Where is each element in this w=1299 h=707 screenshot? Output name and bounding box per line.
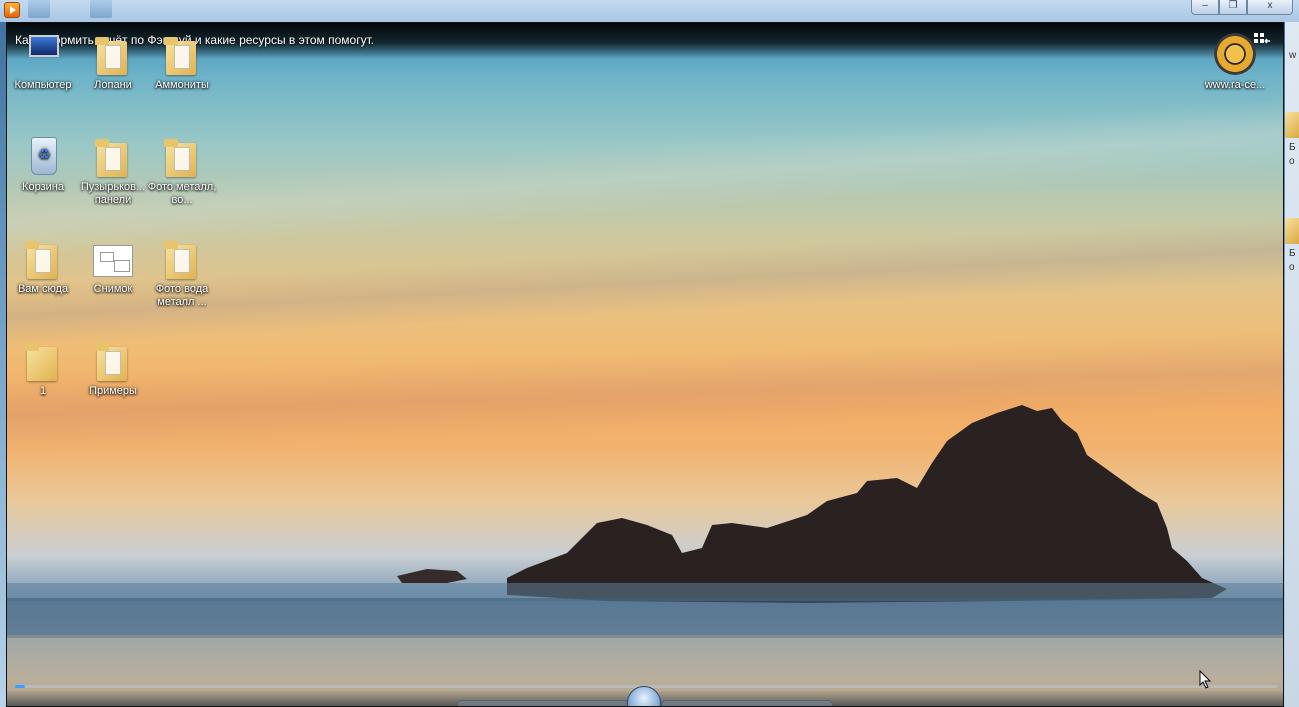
- background-window-icon: [28, 0, 50, 18]
- desktop-icon-label: Компьютер: [14, 79, 72, 91]
- maximize-button[interactable]: ❐: [1219, 0, 1247, 15]
- controls-panel-right[interactable]: [661, 700, 833, 706]
- desktop-icon-folder[interactable]: Вам сюда: [7, 237, 79, 296]
- sun-logo-icon: [1214, 33, 1256, 75]
- desktop-icon-label: Корзина: [22, 181, 64, 193]
- desktop-icon-folder[interactable]: 1: [7, 339, 79, 398]
- folder-icon: [95, 139, 127, 177]
- outer-titlebar: – ❐ x: [0, 0, 1299, 22]
- desktop-icon-folder[interactable]: Лопани: [77, 33, 149, 92]
- desktop-icon-snapshot[interactable]: Снимок: [77, 237, 149, 296]
- desktop-icon-folder[interactable]: Примеры: [77, 339, 149, 398]
- desktop-icon-label: Снимок: [93, 283, 133, 295]
- desktop-icon-folder[interactable]: Фото металл, во...: [146, 135, 218, 207]
- recycle-bin-icon: [31, 137, 57, 175]
- folder-icon: [164, 139, 196, 177]
- desktop-icon-label: Вам сюда: [17, 283, 69, 295]
- controls-panel-left[interactable]: [457, 700, 629, 706]
- video-player[interactable]: Как оформить отчёт по Фэншуй и какие рес…: [6, 22, 1284, 707]
- minimize-button[interactable]: –: [1191, 0, 1219, 15]
- background-window-icon: [90, 0, 112, 18]
- image-icon: [93, 245, 133, 277]
- edge-text: w: [1289, 50, 1297, 61]
- desktop-icon-label: www.ra-ce...: [1204, 79, 1266, 91]
- desktop-icon-label: Аммониты: [155, 79, 209, 91]
- computer-icon: [29, 35, 59, 57]
- desktop-icon-label: Пузырьков... панели: [80, 181, 146, 206]
- edge-text: Б: [1289, 142, 1296, 153]
- desktop-icon-folder[interactable]: Аммониты: [146, 33, 218, 92]
- edge-text: о: [1289, 262, 1295, 273]
- folder-icon[interactable]: [1285, 218, 1299, 244]
- desktop-icon-recycle-bin[interactable]: Корзина: [7, 135, 79, 194]
- folder-icon: [164, 241, 196, 279]
- folder-icon: [95, 343, 127, 381]
- mouse-cursor-icon: [1199, 670, 1212, 689]
- desktop-icon-label: Лопани: [94, 79, 132, 91]
- folder-icon[interactable]: [1285, 112, 1299, 138]
- folder-icon: [164, 37, 196, 75]
- desktop-icon-folder[interactable]: Пузырьков... панели: [77, 135, 149, 207]
- rock-silhouette: [7, 405, 1283, 706]
- desktop-icon-label: Фото вода металл ...: [155, 283, 209, 308]
- desktop-icon-label: 1: [39, 385, 47, 397]
- window-controls: – ❐ x: [1191, 0, 1293, 15]
- desktop-icon-label: Примеры: [89, 385, 137, 397]
- edge-text: Б: [1289, 248, 1296, 259]
- folder-icon: [25, 343, 57, 381]
- desktop-icon-folder[interactable]: Фото вода металл ...: [146, 237, 218, 309]
- seek-progress: [15, 685, 26, 688]
- media-player-app-icon[interactable]: [4, 2, 20, 18]
- folder-icon: [25, 241, 57, 279]
- outer-desktop-edge: w Б о Б о: [1285, 22, 1299, 707]
- desktop-icon-computer[interactable]: Компьютер: [7, 33, 79, 92]
- close-button[interactable]: x: [1247, 0, 1293, 15]
- edge-text: о: [1289, 156, 1295, 167]
- desktop-icon-website[interactable]: www.ra-ce...: [1195, 33, 1275, 92]
- folder-icon: [95, 37, 127, 75]
- desktop-icon-label: Фото металл, во...: [147, 181, 217, 206]
